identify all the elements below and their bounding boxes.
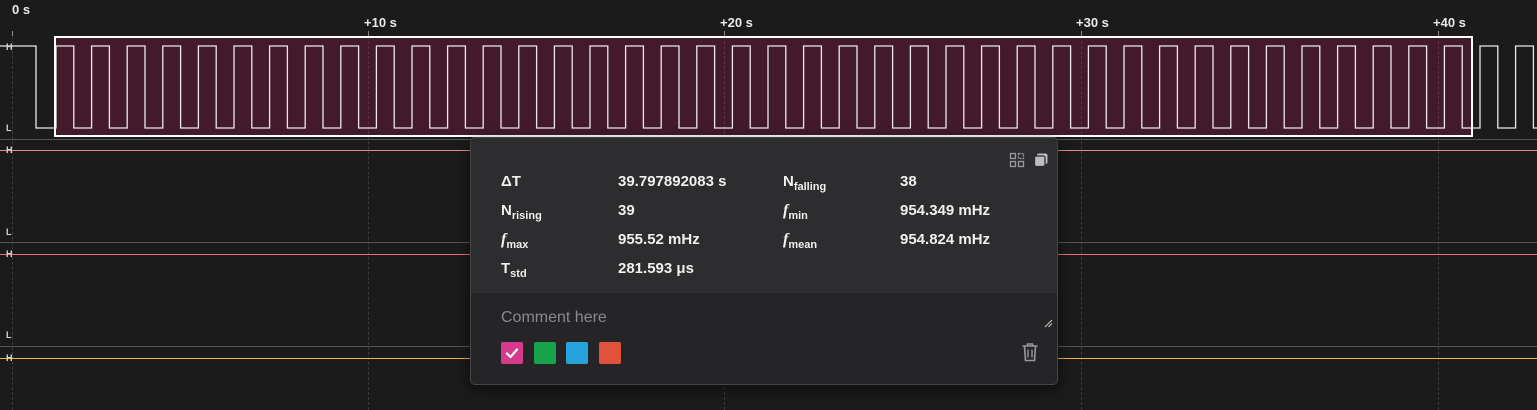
f-mean-label: fmean: [783, 231, 818, 251]
swatch-blue[interactable]: [566, 342, 588, 364]
measurement-panel: ΔT 39.797892083 s Nrising 39 fmax 955.52…: [470, 137, 1058, 385]
n-rising-value: 39: [618, 202, 635, 219]
f-max-value: 955.52 mHz: [618, 231, 700, 248]
n-rising-label: Nrising: [501, 202, 542, 222]
swatch-pink[interactable]: [501, 342, 523, 364]
channel-0-low-label: L: [6, 123, 12, 133]
comment-section: [471, 293, 1057, 384]
f-min-label: fmin: [783, 202, 808, 222]
f-max-label: fmax: [501, 231, 529, 251]
layout-icon[interactable]: [1009, 152, 1025, 168]
delta-t-label: ΔT: [501, 173, 521, 190]
trash-icon[interactable]: [1021, 342, 1039, 362]
n-falling-value: 38: [900, 173, 917, 190]
measurement-selection[interactable]: [54, 36, 1473, 137]
f-min-value: 954.349 mHz: [900, 202, 991, 219]
delta-t-value: 39.797892083 s: [618, 173, 727, 190]
channel-0-high-label: H: [6, 42, 13, 52]
n-falling-label: Nfalling: [783, 173, 827, 193]
channel-3-high-label: H: [6, 353, 13, 363]
panel-toolbar: [1009, 152, 1049, 168]
channel-2-low-label: L: [6, 330, 12, 340]
comment-input[interactable]: [501, 307, 1021, 329]
t-std-label: Tstd: [501, 260, 527, 280]
channel-1-low-label: L: [6, 227, 12, 237]
swatch-red[interactable]: [599, 342, 621, 364]
resize-grip-icon[interactable]: [1043, 318, 1053, 328]
channel-1-high-label: H: [6, 145, 13, 155]
t-std-value: 281.593 μs: [618, 260, 694, 277]
checkmark-icon: [505, 348, 519, 359]
swatch-green[interactable]: [534, 342, 556, 364]
f-mean-value: 954.824 mHz: [900, 231, 991, 248]
copy-icon[interactable]: [1033, 152, 1049, 168]
channel-2-high-label: H: [6, 249, 13, 259]
